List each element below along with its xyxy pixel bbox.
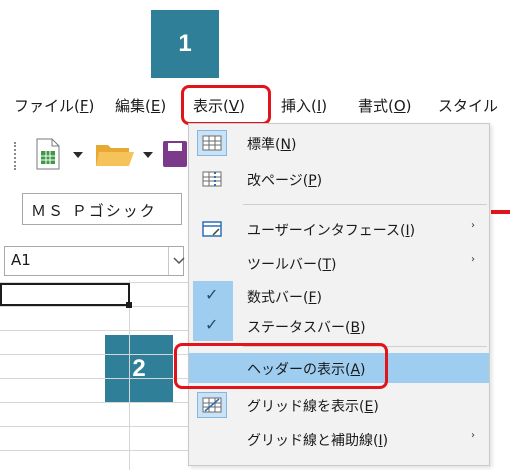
submenu-arrow-icon: ›: [471, 430, 475, 441]
menu-format-key: O: [393, 97, 406, 115]
menu-insert-end: ): [321, 97, 328, 115]
spreadsheet-area: A1: [0, 238, 190, 470]
menu-item-formula-bar-label: 数式バー(F): [247, 290, 322, 306]
menu-style-label: スタイル: [438, 97, 499, 115]
user-interface-icon: [202, 221, 222, 237]
grid-line: [0, 450, 190, 451]
grid-line: [0, 378, 190, 379]
menu-item-show-grid-lines-label: グリッド線を表示(E): [247, 399, 379, 415]
menu-file-label: ファイル(: [14, 97, 80, 115]
checkmark-icon: ✓: [205, 315, 219, 334]
menu-style[interactable]: スタイル: [438, 95, 498, 116]
grid-lines-icon: [202, 397, 222, 413]
grid-line: [0, 402, 190, 403]
grid-line: [129, 280, 130, 470]
name-box-value: A1: [11, 251, 31, 269]
view-dropdown-menu: 標準(N) 改ページ(P) ユーザーインタフェース(I) › ツールバー(T) …: [188, 123, 490, 466]
menu-edit[interactable]: 編集(E): [115, 95, 166, 116]
font-name-value: ＭＳ Ｐゴシック: [31, 202, 157, 220]
menu-item-grid-and-guides-label: グリッド線と補助線(I): [247, 433, 389, 449]
menu-edit-key: E: [150, 97, 161, 115]
menu-item-grid-and-guides[interactable]: グリッド線と補助線(I) ›: [189, 424, 489, 454]
menu-file[interactable]: ファイル(F): [14, 95, 94, 116]
menu-insert-label: 挿入(: [281, 97, 317, 115]
show-headers-highlight: [174, 343, 388, 389]
menu-format[interactable]: 書式(O): [358, 95, 412, 116]
submenu-arrow-icon: ›: [471, 254, 475, 265]
open-folder-icon[interactable]: [95, 140, 135, 168]
menu-item-normal-label: 標準(N): [247, 137, 297, 153]
checkmark-icon: ✓: [205, 285, 219, 304]
menu-item-status-bar-label: ステータスバー(B): [247, 320, 366, 336]
menu-format-label: 書式(: [358, 97, 394, 115]
toolbar-grip[interactable]: [14, 142, 16, 170]
menu-item-toolbars-label: ツールバー(T): [247, 257, 337, 273]
menu-item-toolbars[interactable]: ツールバー(T) ›: [189, 248, 489, 278]
menu-edit-label: 編集(: [115, 97, 151, 115]
name-box[interactable]: A1: [4, 246, 184, 276]
menu-format-end: ): [405, 97, 412, 115]
page-break-icon: [202, 171, 222, 187]
menu-file-key: F: [79, 97, 89, 115]
submenu-arrow-icon: ›: [471, 220, 475, 231]
menu-edit-end: ): [160, 97, 167, 115]
grid-line: [0, 354, 190, 355]
open-dropdown-arrow-icon[interactable]: [142, 150, 154, 160]
font-name-box[interactable]: ＭＳ Ｐゴシック: [22, 193, 182, 225]
menu-item-page-break[interactable]: 改ページ(P): [189, 164, 489, 194]
menu-separator: [243, 204, 487, 205]
selected-cell-a1[interactable]: [0, 283, 130, 306]
menu-item-page-break-label: 改ページ(P): [247, 173, 323, 189]
chevron-down-icon: [173, 257, 185, 265]
fill-handle[interactable]: [126, 302, 132, 308]
menu-item-show-grid-lines[interactable]: グリッド線を表示(E): [189, 390, 489, 420]
grid-line: [0, 330, 190, 331]
menu-item-normal[interactable]: 標準(N): [189, 128, 489, 158]
name-box-dropdown[interactable]: [168, 247, 188, 275]
red-accent: [491, 210, 510, 214]
save-icon[interactable]: [162, 140, 188, 168]
grid-normal-icon: [202, 135, 222, 151]
menu-item-user-interface[interactable]: ユーザーインタフェース(I) ›: [189, 214, 489, 244]
new-document-icon[interactable]: [34, 138, 62, 170]
menu-item-formula-bar[interactable]: ✓ 数式バー(F): [189, 281, 489, 311]
standard-toolbar: [0, 126, 200, 182]
step-1-badge: 1: [151, 10, 219, 78]
new-dropdown-arrow-icon[interactable]: [72, 150, 84, 160]
menu-insert[interactable]: 挿入(I): [281, 95, 327, 116]
menu-item-user-interface-label: ユーザーインタフェース(I): [247, 223, 416, 239]
grid-line: [0, 426, 190, 427]
view-menu-highlight: [181, 85, 271, 125]
menu-file-end: ): [88, 97, 95, 115]
grid-line: [0, 306, 190, 307]
menu-item-status-bar[interactable]: ✓ ステータスバー(B): [189, 311, 489, 341]
